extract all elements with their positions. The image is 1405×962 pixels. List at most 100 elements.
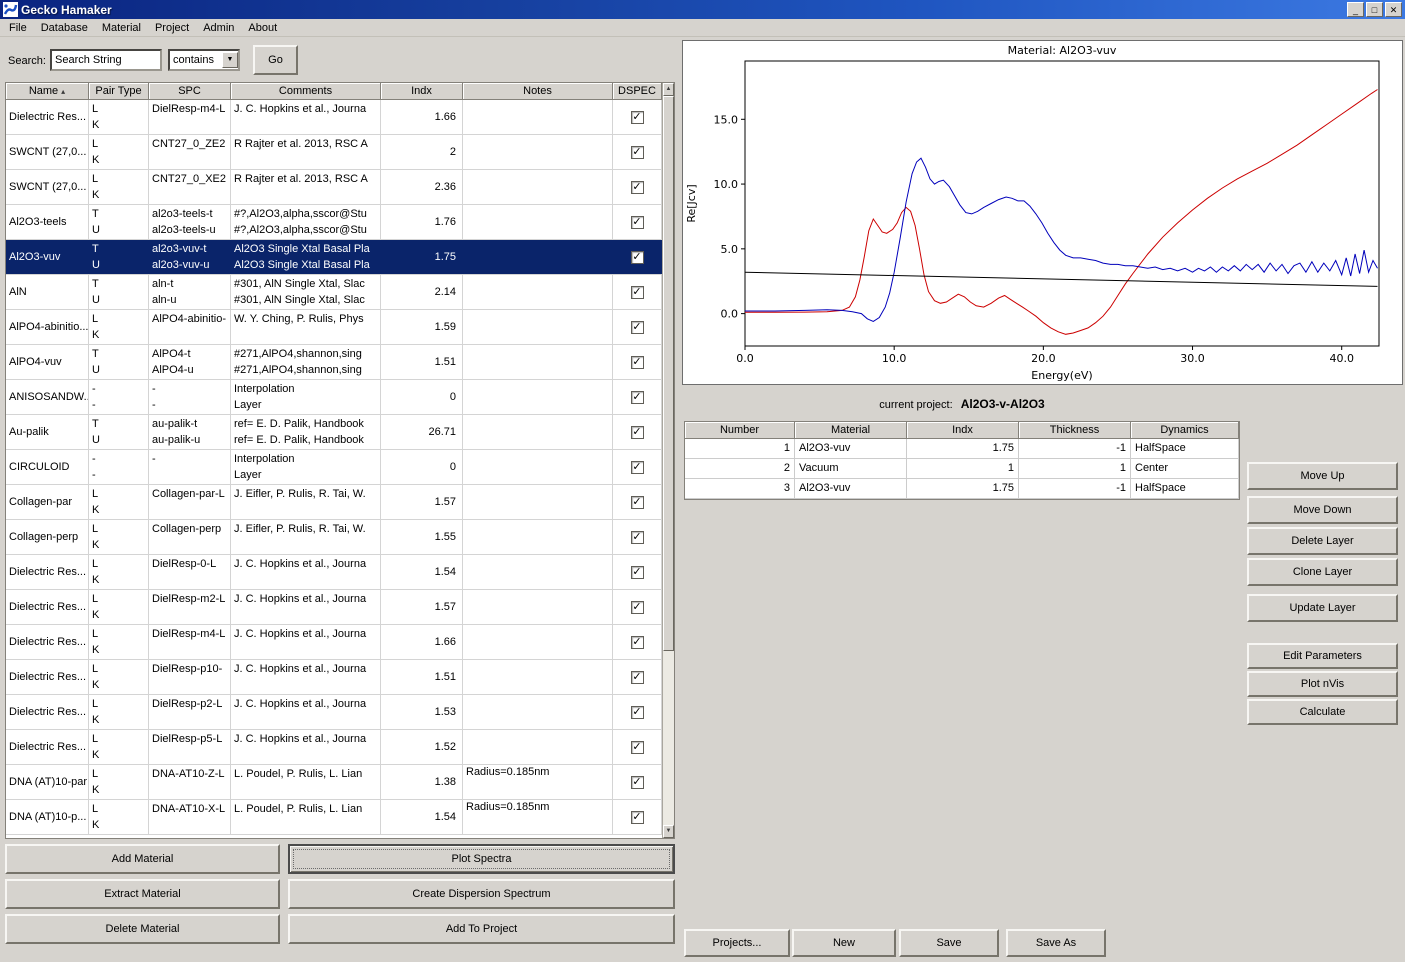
dspec-checkbox[interactable]: ✓ (630, 740, 644, 754)
material-row-2[interactable]: SWCNT (27,0... L K CNT27_0_XE2 R Rajter et a… (6, 170, 662, 205)
maximize-button[interactable]: □ (1366, 2, 1383, 17)
dspec-checkbox[interactable]: ✓ (630, 425, 644, 439)
layer-row-0[interactable]: 1 Al2O3-vuv 1.75 -1 HalfSpace (685, 439, 1239, 459)
column-header-dspec[interactable]: DSPEC (613, 83, 662, 100)
menu-item-database[interactable]: Database (34, 20, 95, 36)
dspec-checkbox[interactable]: ✓ (630, 145, 644, 159)
scrollbar-thumb[interactable] (663, 96, 674, 651)
material-row-8[interactable]: ANISOSANDW... - - - - Interpolation Layer 0 ✓ (6, 380, 662, 415)
add-to-project-button[interactable]: Add To Project (288, 914, 675, 944)
material-row-4[interactable]: Al2O3-vuv T Ual2o3-vuv-t al2o3-vuv-u Al2O3 S… (6, 240, 662, 275)
create-dispersion-spectrum-button[interactable]: Create Dispersion Spectrum (288, 879, 675, 909)
pair-type: LK (89, 310, 149, 344)
material-row-12[interactable]: Collagen-perp L K Collagen-perp J. Eifler, P… (6, 520, 662, 555)
layer-row-2[interactable]: 3 Al2O3-vuv 1.75 -1 HalfSpace (685, 479, 1239, 499)
dspec-checkbox[interactable]: ✓ (630, 390, 644, 404)
extract-material-button[interactable]: Extract Material (5, 879, 280, 909)
spc: DielResp-m4-L (149, 625, 231, 659)
indx-value: 1.57 (381, 485, 463, 519)
column-header-comments[interactable]: Comments (231, 83, 381, 100)
layer-row-1[interactable]: 2 Vacuum 1 1 Center (685, 459, 1239, 479)
material-row-16[interactable]: Dielectric Res... L K DielResp-p10- J. C. Ho… (6, 660, 662, 695)
material-row-7[interactable]: AlPO4-vuv T U AlPO4-t AlPO4-u #271,AlPO4,shan… (6, 345, 662, 380)
close-button[interactable]: ✕ (1385, 2, 1402, 17)
dspec-checkbox[interactable]: ✓ (630, 635, 644, 649)
project-column-header-dynamics[interactable]: Dynamics (1131, 422, 1239, 439)
dspec-checkbox[interactable]: ✓ (630, 110, 644, 124)
material-row-15[interactable]: Dielectric Res... L K DielResp-m4-L J. C. Ho… (6, 625, 662, 660)
dspec-checkbox[interactable]: ✓ (630, 670, 644, 684)
dspec-checkbox[interactable]: ✓ (630, 460, 644, 474)
menu-item-file[interactable]: File (2, 20, 34, 36)
plot-nvis-button[interactable]: Plot nVis (1247, 671, 1398, 697)
material-row-17[interactable]: Dielectric Res... L K DielResp-p2-L J. C. Ho… (6, 695, 662, 730)
menu-item-project[interactable]: Project (148, 20, 196, 36)
dspec-checkbox[interactable]: ✓ (630, 355, 644, 369)
dspec-checkbox[interactable]: ✓ (630, 775, 644, 789)
column-header-notes[interactable]: Notes (463, 83, 613, 100)
move-down-button[interactable]: Move Down (1247, 496, 1398, 524)
column-header-pair-type[interactable]: Pair Type (89, 83, 149, 100)
dspec-checkbox[interactable]: ✓ (630, 250, 644, 264)
dspec-cell: ✓ (613, 660, 662, 694)
calculate-button[interactable]: Calculate (1247, 699, 1398, 725)
menu-item-admin[interactable]: Admin (196, 20, 241, 36)
chevron-down-icon[interactable]: ▼ (222, 52, 238, 68)
dspec-checkbox[interactable]: ✓ (630, 180, 644, 194)
dspec-checkbox[interactable]: ✓ (630, 600, 644, 614)
new-project-button[interactable]: New (792, 929, 896, 957)
scroll-down-icon[interactable]: ▼ (663, 825, 674, 838)
save-project-button[interactable]: Save (899, 929, 999, 957)
edit-parameters-button[interactable]: Edit Parameters (1247, 643, 1398, 669)
save-as-button[interactable]: Save As (1006, 929, 1106, 957)
go-button[interactable]: Go (253, 45, 298, 75)
dspec-checkbox[interactable]: ✓ (630, 215, 644, 229)
project-column-header-number[interactable]: Number (685, 422, 795, 439)
dspec-checkbox[interactable]: ✓ (630, 705, 644, 719)
clone-layer-button[interactable]: Clone Layer (1247, 558, 1398, 586)
material-row-5[interactable]: AlN T Ualn-t aln-u #301, AlN Single Xtal, Sl… (6, 275, 662, 310)
material-row-14[interactable]: Dielectric Res... L K DielResp-m2-L J. C. Ho… (6, 590, 662, 625)
material-row-18[interactable]: Dielectric Res... L K DielResp-p5-L J. C. Ho… (6, 730, 662, 765)
dspec-checkbox[interactable]: ✓ (630, 320, 644, 334)
dspec-checkbox[interactable]: ✓ (630, 810, 644, 824)
dspec-checkbox[interactable]: ✓ (630, 565, 644, 579)
add-material-button[interactable]: Add Material (5, 844, 280, 874)
layer-material: Al2O3-vuv (795, 479, 907, 499)
material-row-13[interactable]: Dielectric Res... L K DielResp-0-L J. C. Hop… (6, 555, 662, 590)
material-row-11[interactable]: Collagen-par L K Collagen-par-L J. Eifler, P… (6, 485, 662, 520)
search-input[interactable] (50, 49, 162, 71)
material-row-6[interactable]: AlPO4-abinitio... L K AlPO4-abinitio- W. Y. … (6, 310, 662, 345)
scroll-up-icon[interactable]: ▲ (663, 83, 674, 96)
project-column-header-indx[interactable]: Indx (907, 422, 1019, 439)
material-row-0[interactable]: Dielectric Res... L K DielResp-m4-L J. C. Ho… (6, 100, 662, 135)
delete-layer-button[interactable]: Delete Layer (1247, 527, 1398, 555)
material-row-3[interactable]: Al2O3-teels T Ual2o3-teels-t al2o3-teels-u #… (6, 205, 662, 240)
project-column-header-material[interactable]: Material (795, 422, 907, 439)
menu-item-material[interactable]: Material (95, 20, 148, 36)
table-scrollbar[interactable]: ▲ ▼ (662, 83, 674, 838)
dspec-checkbox[interactable]: ✓ (630, 285, 644, 299)
dspec-checkbox[interactable]: ✓ (630, 530, 644, 544)
delete-material-button[interactable]: Delete Material (5, 914, 280, 944)
dspec-checkbox[interactable]: ✓ (630, 495, 644, 509)
notes (463, 380, 613, 414)
material-row-9[interactable]: Au-palik T Uau-palik-t au-palik-u ref= E. D.… (6, 415, 662, 450)
project-column-header-thickness[interactable]: Thickness (1019, 422, 1131, 439)
material-row-19[interactable]: DNA (AT)10-par L K DNA-AT10-Z-L L. Poudel, P… (6, 765, 662, 800)
plot-spectra-button[interactable]: Plot Spectra (288, 844, 675, 874)
update-layer-button[interactable]: Update Layer (1247, 594, 1398, 622)
spc: AlPO4-abinitio- (149, 310, 231, 344)
material-row-1[interactable]: SWCNT (27,0... L K CNT27_0_ZE2 R Rajter et a… (6, 135, 662, 170)
layer-indx: 1 (907, 459, 1019, 479)
column-header-indx[interactable]: Indx (381, 83, 463, 100)
column-header-spc[interactable]: SPC (149, 83, 231, 100)
search-mode-select[interactable]: contains ▼ (168, 49, 240, 71)
material-row-10[interactable]: CIRCULOID - - - Interpolation Layer 0 ✓ (6, 450, 662, 485)
minimize-button[interactable]: _ (1347, 2, 1364, 17)
column-header-name[interactable]: Name ▴ (6, 83, 89, 100)
projects-button[interactable]: Projects... (684, 929, 790, 957)
menu-item-about[interactable]: About (241, 20, 284, 36)
move-up-button[interactable]: Move Up (1247, 462, 1398, 490)
material-row-20[interactable]: DNA (AT)10-p... L K DNA-AT10-X-L L. Poudel, … (6, 800, 662, 835)
